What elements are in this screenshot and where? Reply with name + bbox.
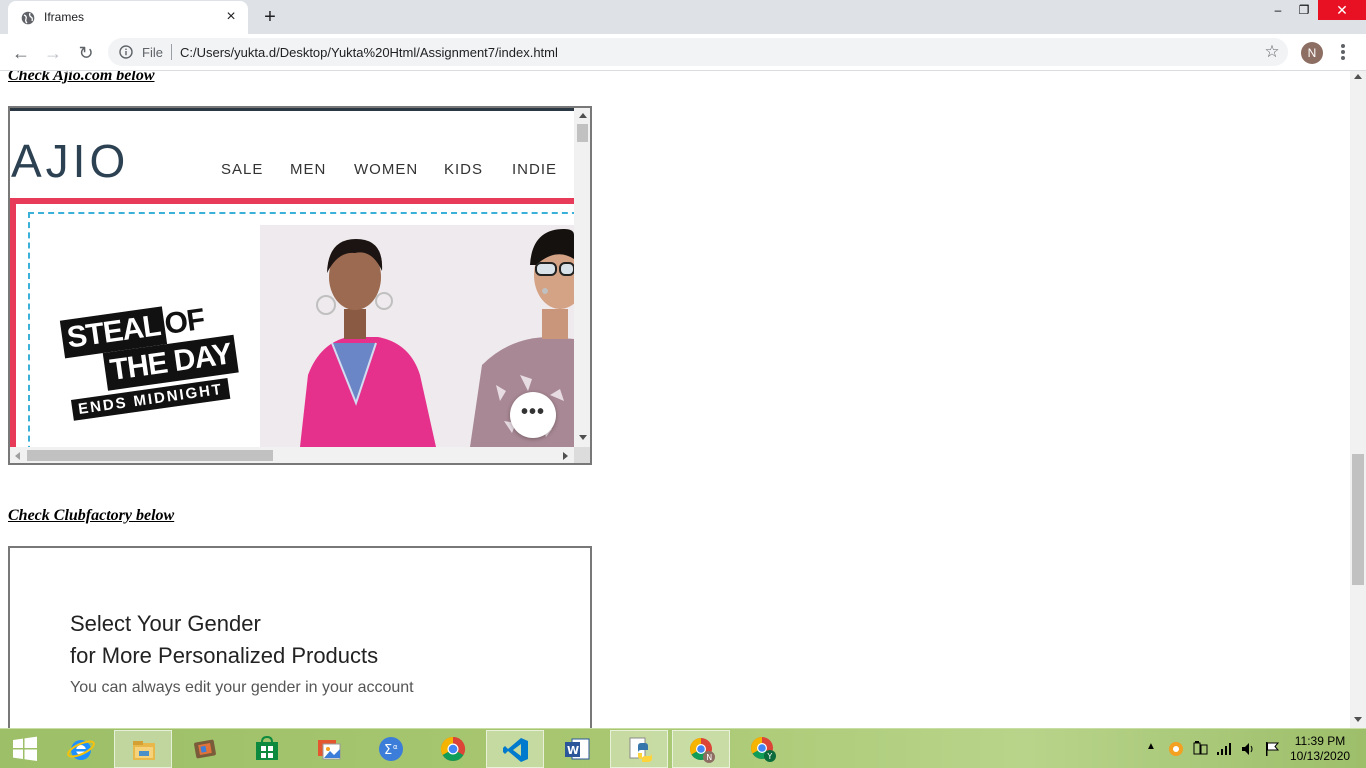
store-icon bbox=[256, 735, 278, 760]
ajio-nav-sale[interactable]: SALE bbox=[221, 161, 263, 178]
iframe-hscroll-thumb[interactable] bbox=[27, 450, 273, 461]
action-center-flag-icon[interactable] bbox=[1264, 741, 1280, 757]
restore-button[interactable]: ❐ bbox=[1290, 0, 1318, 20]
page-scroll-thumb[interactable] bbox=[1352, 454, 1364, 585]
scroll-down-icon[interactable] bbox=[579, 435, 587, 440]
ajio-logo[interactable]: AJIO bbox=[11, 134, 129, 188]
profile-avatar[interactable]: N bbox=[1301, 42, 1323, 64]
tab-strip: Iframes × + – ❐ ✕ bbox=[0, 0, 1366, 34]
tab-title: Iframes bbox=[44, 10, 85, 24]
gender-title-line1: Select Your Gender bbox=[70, 611, 261, 636]
tray-expand-icon[interactable]: ▲ bbox=[1146, 741, 1156, 752]
page-scroll-down-icon[interactable] bbox=[1354, 717, 1362, 722]
iframe-vscroll-thumb[interactable] bbox=[577, 124, 588, 142]
more-options-button[interactable]: ••• bbox=[510, 392, 556, 438]
windows-taskbar: Σ α W N Y ▲ 11:39 PM 10/13/2020 bbox=[0, 728, 1366, 768]
taskbar-chrome[interactable] bbox=[424, 730, 482, 768]
scroll-right-icon[interactable] bbox=[563, 452, 568, 460]
badge-n: N bbox=[706, 753, 712, 762]
scrollbar-corner bbox=[574, 447, 590, 463]
tab-close-icon[interactable]: × bbox=[223, 9, 239, 25]
omnibox-divider bbox=[171, 44, 172, 60]
internet-explorer-icon bbox=[67, 740, 95, 760]
taskbar-file-explorer[interactable] bbox=[114, 730, 172, 768]
svg-text:W: W bbox=[567, 744, 579, 757]
iframe-clubfactory[interactable]: Select Your Gender for More Personalized… bbox=[8, 546, 592, 728]
svg-text:Σ: Σ bbox=[384, 743, 392, 758]
close-window-button[interactable]: ✕ bbox=[1318, 0, 1366, 20]
film-icon bbox=[194, 739, 216, 759]
minimize-button[interactable]: – bbox=[1264, 0, 1292, 20]
taskbar-word[interactable]: W bbox=[548, 730, 606, 768]
vscode-icon bbox=[503, 738, 528, 762]
heading-clubfactory: Check Clubfactory below bbox=[8, 507, 175, 524]
taskbar-chrome-profile-n[interactable]: N bbox=[672, 730, 730, 768]
chrome-profile-n-icon: N bbox=[690, 738, 715, 763]
iframe-horizontal-scrollbar[interactable] bbox=[10, 447, 574, 463]
scroll-left-icon[interactable] bbox=[15, 452, 20, 460]
svg-text:α: α bbox=[393, 743, 398, 751]
gender-title-line2: for More Personalized Products bbox=[70, 643, 379, 668]
globe-icon bbox=[21, 11, 35, 25]
taskbar-vscode[interactable] bbox=[486, 730, 544, 768]
banner-border-left bbox=[10, 204, 16, 449]
heading-ajio: Check Ajio.com below bbox=[8, 71, 155, 84]
iframe-ajio[interactable]: AJIO SALE MEN WOMEN KIDS INDIE STEALOF T… bbox=[8, 106, 592, 465]
windows-logo-icon bbox=[13, 736, 37, 761]
ajio-nav-kids[interactable]: KIDS bbox=[444, 161, 483, 178]
tab-iframes[interactable]: Iframes × bbox=[8, 1, 248, 34]
gender-subtitle: You can always edit your gender in your … bbox=[70, 679, 414, 696]
tray-app-icon[interactable] bbox=[1168, 741, 1184, 757]
new-tab-button[interactable]: + bbox=[259, 6, 281, 28]
start-button[interactable] bbox=[0, 730, 58, 768]
badge-y: Y bbox=[766, 752, 772, 761]
taskbar-chrome-profile-y[interactable]: Y bbox=[734, 730, 792, 768]
python-icon bbox=[629, 737, 652, 762]
bookmark-star-icon[interactable]: ☆ bbox=[1262, 42, 1282, 62]
word-icon: W bbox=[565, 738, 590, 760]
taskbar-clock[interactable]: 11:39 PM 10/13/2020 bbox=[1290, 734, 1350, 764]
volume-icon[interactable] bbox=[1240, 741, 1256, 757]
taskbar-python[interactable] bbox=[610, 730, 668, 768]
taskbar-office-picture[interactable] bbox=[300, 730, 358, 768]
ajio-top-line bbox=[10, 108, 574, 111]
math-input-icon: Σ α bbox=[379, 737, 403, 761]
browser-toolbar: ← → ↻ File C:/Users/yukta.d/Desktop/Yukt… bbox=[0, 34, 1366, 71]
network-icon[interactable] bbox=[1216, 741, 1232, 757]
banner-word-of: OF bbox=[162, 302, 207, 342]
clock-date: 10/13/2020 bbox=[1290, 749, 1351, 763]
page-scroll-up-icon[interactable] bbox=[1354, 74, 1362, 79]
taskbar-internet-explorer[interactable] bbox=[52, 730, 110, 768]
ajio-nav-men[interactable]: MEN bbox=[290, 161, 326, 178]
banner-border-top bbox=[10, 198, 574, 204]
ajio-nav-women[interactable]: WOMEN bbox=[354, 161, 418, 178]
taskbar-calculator[interactable]: Σ α bbox=[362, 730, 420, 768]
ajio-nav-indie[interactable]: INDIE bbox=[512, 161, 557, 178]
page-viewport: Check Ajio.com below AJIO SALE MEN WOMEN… bbox=[0, 71, 1350, 728]
folder-icon bbox=[133, 741, 155, 760]
reload-button[interactable]: ↻ bbox=[74, 41, 98, 65]
battery-icon[interactable] bbox=[1192, 740, 1208, 756]
chrome-icon bbox=[440, 737, 466, 762]
clock-time: 11:39 PM bbox=[1294, 734, 1346, 748]
address-bar[interactable]: File C:/Users/yukta.d/Desktop/Yukta%20Ht… bbox=[108, 38, 1288, 66]
file-scheme-label: File bbox=[142, 45, 163, 60]
chrome-profile-y-icon: Y bbox=[751, 737, 776, 762]
back-button[interactable]: ← bbox=[9, 41, 33, 65]
page-vertical-scrollbar[interactable] bbox=[1350, 71, 1366, 728]
picture-manager-icon bbox=[318, 740, 341, 760]
url-text[interactable]: C:/Users/yukta.d/Desktop/Yukta%20Html/As… bbox=[180, 45, 558, 60]
info-icon[interactable] bbox=[119, 45, 133, 59]
forward-button[interactable]: → bbox=[41, 41, 65, 65]
scroll-up-icon[interactable] bbox=[579, 113, 587, 118]
kebab-menu-icon[interactable] bbox=[1338, 42, 1348, 64]
taskbar-media-player[interactable] bbox=[176, 730, 234, 768]
iframe-vertical-scrollbar[interactable] bbox=[574, 108, 590, 447]
taskbar-store[interactable] bbox=[238, 730, 296, 768]
